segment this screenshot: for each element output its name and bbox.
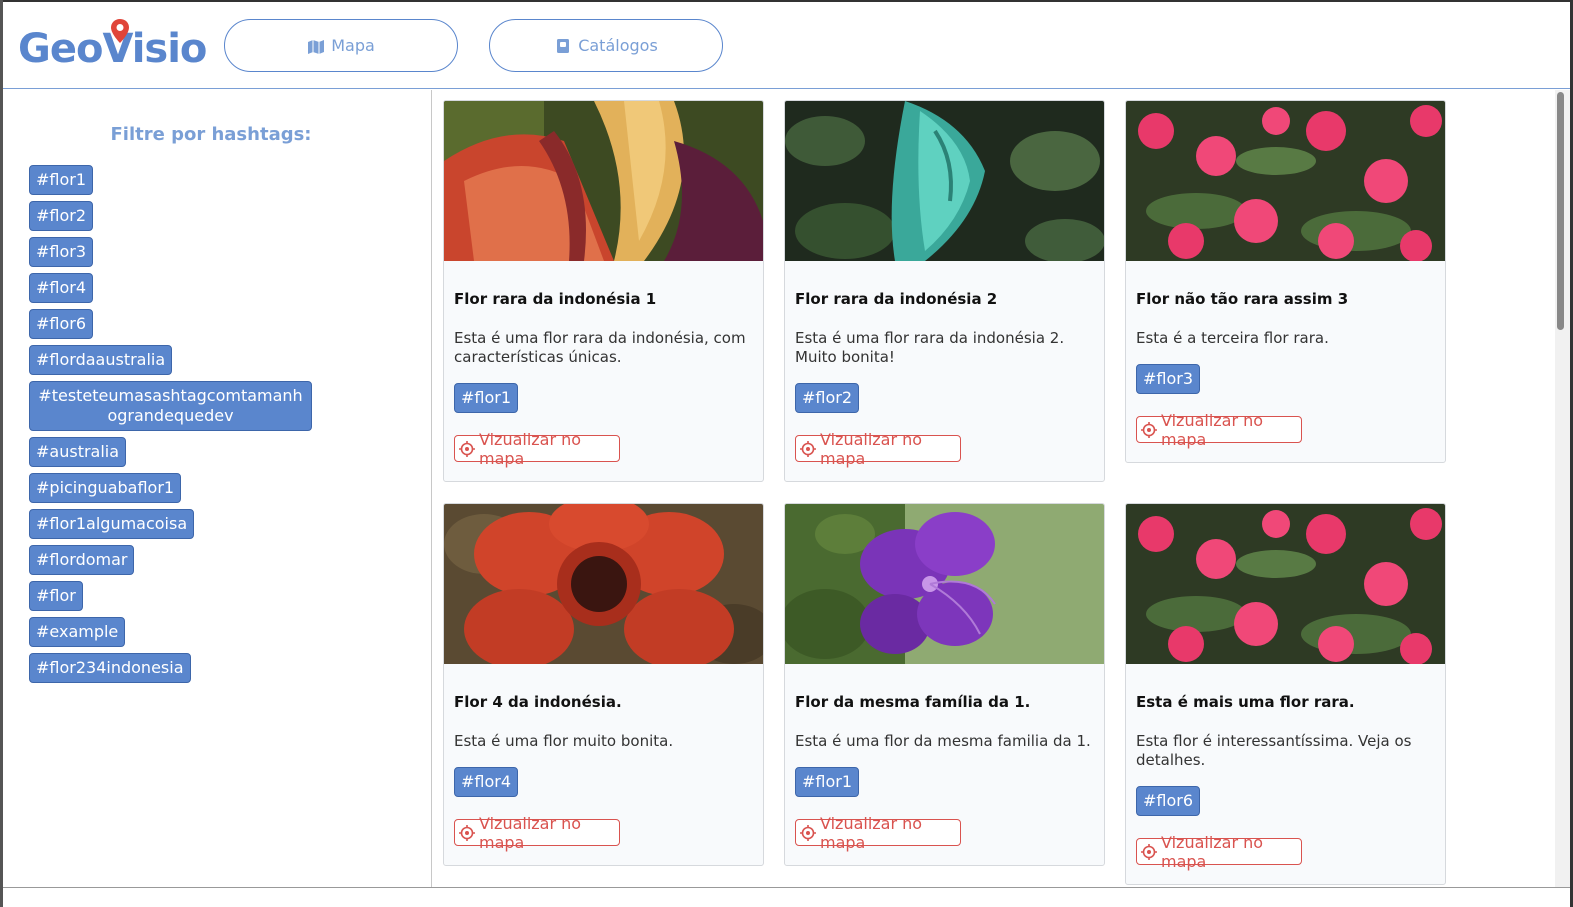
catalog-grid: Flor rara da indonésia 1 Esta é uma flor… xyxy=(433,90,1555,887)
crosshair-icon xyxy=(800,824,816,841)
view-on-map-label: Vizualizar no mapa xyxy=(479,429,582,468)
header: GeoVisio Mapa Catálogos xyxy=(3,2,1570,89)
jade-vine-photo xyxy=(785,101,1104,263)
scrollbar-thumb[interactable] xyxy=(1557,92,1564,330)
hashtag-filter[interactable]: #flor6 xyxy=(29,309,94,339)
view-on-map-button[interactable]: Vizualizar no mapa xyxy=(795,430,961,468)
hashtag-list: #flor1 #flor2 #flor3 #flor4 #flor6 #flor… xyxy=(29,165,329,683)
view-on-map-button[interactable]: Vizualizar no mapa xyxy=(1136,411,1302,449)
flower-card: Flor da mesma família da 1. Esta é uma f… xyxy=(784,503,1105,866)
crosshair-icon xyxy=(1141,843,1157,860)
hashtag-filter[interactable]: #flor234indonesia xyxy=(29,653,191,683)
card-description: Esta é uma flor rara da indonésia 2. Mui… xyxy=(795,329,1065,366)
hashtag-filter[interactable]: #flordomar xyxy=(29,545,135,575)
hashtag-filter[interactable]: #flordaaustralia xyxy=(29,345,173,375)
card-title: Flor não tão rara assim 3 xyxy=(1136,290,1349,308)
hashtag-filter[interactable]: #flor1 xyxy=(29,165,94,195)
card-hashtag[interactable]: #flor2 xyxy=(795,383,860,413)
card-description: Esta é a terceira flor rara. xyxy=(1136,329,1329,347)
card-title: Flor da mesma família da 1. xyxy=(795,693,1031,711)
hashtag-filter[interactable]: #flor xyxy=(29,581,83,611)
crosshair-icon xyxy=(459,824,475,841)
view-on-map-label: Vizualizar no mapa xyxy=(820,429,923,468)
nav-catalogs-label: Catálogos xyxy=(578,36,658,55)
card-description: Esta flor é interessantíssima. Veja os d… xyxy=(1136,732,1412,769)
card-title: Flor rara da indonésia 1 xyxy=(454,290,657,308)
corpse-flower-photo xyxy=(444,101,763,261)
card-description: Esta é uma flor rara da indonésia, com c… xyxy=(454,329,746,366)
crosshair-icon xyxy=(459,440,475,457)
flower-card: Flor não tão rara assim 3 Esta é a terce… xyxy=(1125,100,1446,463)
book-icon xyxy=(557,38,570,53)
hashtag-filter[interactable]: #example xyxy=(29,617,126,647)
card-description: Esta é uma flor muito bonita. xyxy=(454,732,674,750)
view-on-map-label: Vizualizar no mapa xyxy=(1161,832,1264,871)
card-hashtag[interactable]: #flor3 xyxy=(1136,364,1201,394)
view-on-map-button[interactable]: Vizualizar no mapa xyxy=(795,814,961,852)
card-title: Flor 4 da indonésia. xyxy=(454,693,622,711)
card-title: Flor rara da indonésia 2 xyxy=(795,290,998,308)
flower-card: Flor 4 da indonésia. Esta é uma flor mui… xyxy=(443,503,764,866)
sidebar-title: Filtre por hashtags: xyxy=(110,124,312,145)
hashtag-filter[interactable]: #picinguabaflor1 xyxy=(29,473,182,503)
nav-catalogs-button[interactable]: Catálogos xyxy=(489,19,723,72)
card-hashtag[interactable]: #flor1 xyxy=(454,383,519,413)
flower-card: Flor rara da indonésia 2 Esta é uma flor… xyxy=(784,100,1105,482)
view-on-map-label: Vizualizar no mapa xyxy=(1161,410,1264,449)
hashtag-filter[interactable]: #australia xyxy=(29,437,127,467)
app-frame: GeoVisio Mapa Catálogos Filtre por hasht… xyxy=(0,0,1573,907)
crosshair-icon xyxy=(1141,421,1157,438)
purple-tibouchina-photo xyxy=(785,504,1104,664)
card-title: Esta é mais uma flor rara. xyxy=(1136,693,1355,711)
crown-of-thorns-photo xyxy=(1126,101,1445,262)
hashtag-filter[interactable]: #flor1algumacoisa xyxy=(29,509,195,539)
hashtag-filter[interactable]: #flor2 xyxy=(29,201,94,231)
view-on-map-button[interactable]: Vizualizar no mapa xyxy=(454,814,620,852)
hashtag-filter[interactable]: #flor3 xyxy=(29,237,94,267)
view-on-map-label: Vizualizar no mapa xyxy=(820,813,923,852)
nav-map-button[interactable]: Mapa xyxy=(224,19,458,72)
nav-map-label: Mapa xyxy=(331,36,375,55)
hashtag-sidebar: Filtre por hashtags: #flor1 #flor2 #flor… xyxy=(3,90,432,887)
card-hashtag[interactable]: #flor6 xyxy=(1136,786,1201,816)
card-hashtag[interactable]: #flor1 xyxy=(795,767,860,797)
hashtag-filter[interactable]: #flor4 xyxy=(29,273,94,303)
rafflesia-photo xyxy=(444,504,763,669)
map-icon xyxy=(308,39,325,54)
hashtag-filter[interactable]: #testeteumasashtagcomtamanhograndequedev xyxy=(29,381,312,431)
logo[interactable]: GeoVisio xyxy=(18,19,207,74)
crosshair-icon xyxy=(800,440,816,457)
window-bottom-border xyxy=(3,887,1570,888)
view-on-map-label: Vizualizar no mapa xyxy=(479,813,582,852)
view-on-map-button[interactable]: Vizualizar no mapa xyxy=(1136,833,1302,871)
flower-card: Esta é mais uma flor rara. Esta flor é i… xyxy=(1125,503,1446,885)
flower-card: Flor rara da indonésia 1 Esta é uma flor… xyxy=(443,100,764,482)
location-pin-icon xyxy=(111,19,129,43)
view-on-map-button[interactable]: Vizualizar no mapa xyxy=(454,430,620,468)
card-description: Esta é uma flor da mesma familia da 1. xyxy=(795,732,1091,750)
crown-of-thorns-photo xyxy=(1126,504,1445,665)
card-hashtag[interactable]: #flor4 xyxy=(454,767,519,797)
